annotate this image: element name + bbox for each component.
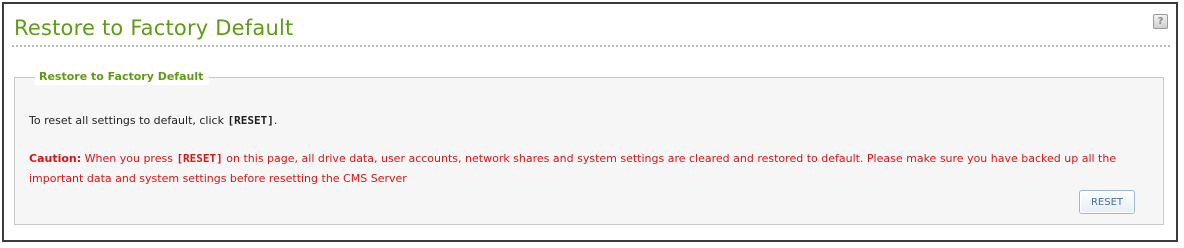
reset-instruction: To reset all settings to default, click … [29, 114, 277, 127]
panel-legend: Restore to Factory Default [35, 69, 210, 85]
caution-keyword: [RESET] [176, 152, 223, 165]
caution-label: Caution: [29, 152, 82, 165]
page-title: Restore to Factory Default [14, 16, 294, 40]
instruction-suffix: . [273, 114, 278, 127]
instruction-prefix: To reset all settings to default, click [29, 114, 228, 127]
instruction-keyword: [RESET] [227, 114, 274, 127]
caution-pre: When you press [81, 152, 177, 165]
reset-button[interactable]: RESET [1079, 190, 1135, 214]
help-icon[interactable]: ? [1153, 14, 1168, 29]
page-header: Restore to Factory Default ? [4, 4, 1176, 48]
caution-message: Caution: When you press [RESET] on this … [29, 149, 1151, 189]
restore-panel: Restore to Factory Default To reset all … [14, 69, 1164, 225]
settings-frame: Restore to Factory Default ? Restore to … [2, 2, 1178, 242]
header-divider [12, 45, 1170, 47]
